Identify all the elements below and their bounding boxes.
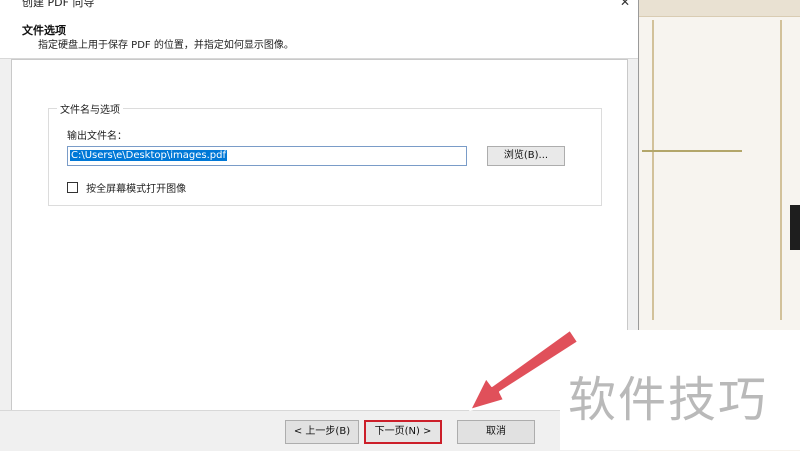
fullscreen-checkbox-label: 按全屏幕模式打开图像 <box>86 184 187 195</box>
step-description: 指定硬盘上用于保存 PDF 的位置，并指定如何显示图像。 <box>38 40 294 51</box>
pdf-wizard-window: 创建 PDF 向导 ✕ 文件选项 指定硬盘上用于保存 PDF 的位置，并指定如何… <box>0 0 639 451</box>
fullscreen-option[interactable]: 按全屏幕模式打开图像 <box>67 177 186 196</box>
background-frame-line-left <box>652 20 654 320</box>
file-options-group: 文件名与选项 输出文件名： C:\Users\e\Desktop\images.… <box>48 101 602 206</box>
back-button[interactable]: < 上一步(B) <box>285 420 359 444</box>
background-dark-bar-right <box>790 205 800 250</box>
cancel-button[interactable]: 取消 <box>457 420 535 444</box>
window-title: 创建 PDF 向导 <box>22 0 95 9</box>
next-button[interactable]: 下一页(N) > <box>364 420 442 444</box>
wizard-content: 文件名与选项 输出文件名： C:\Users\e\Desktop\images.… <box>11 59 628 411</box>
output-filename-input[interactable]: C:\Users\e\Desktop\images.pdf <box>67 146 467 166</box>
wizard-header: 文件选项 指定硬盘上用于保存 PDF 的位置，并指定如何显示图像。 <box>0 14 638 59</box>
output-filename-value: C:\Users\e\Desktop\images.pdf <box>70 150 227 161</box>
background-olive-line <box>642 150 742 152</box>
watermark-text: 软件技巧 <box>568 372 769 428</box>
title-bar: 创建 PDF 向导 ✕ <box>0 0 638 14</box>
fullscreen-checkbox[interactable] <box>67 182 78 193</box>
output-filename-label: 输出文件名： <box>67 131 127 142</box>
wizard-button-bar: < 上一步(B) 下一页(N) > 取消 <box>0 410 638 451</box>
background-frame-line-right <box>780 20 782 320</box>
group-legend: 文件名与选项 <box>57 101 123 116</box>
background-top-strip <box>638 0 800 17</box>
browse-button[interactable]: 浏览(B)... <box>487 146 565 166</box>
close-icon[interactable]: ✕ <box>620 0 630 8</box>
